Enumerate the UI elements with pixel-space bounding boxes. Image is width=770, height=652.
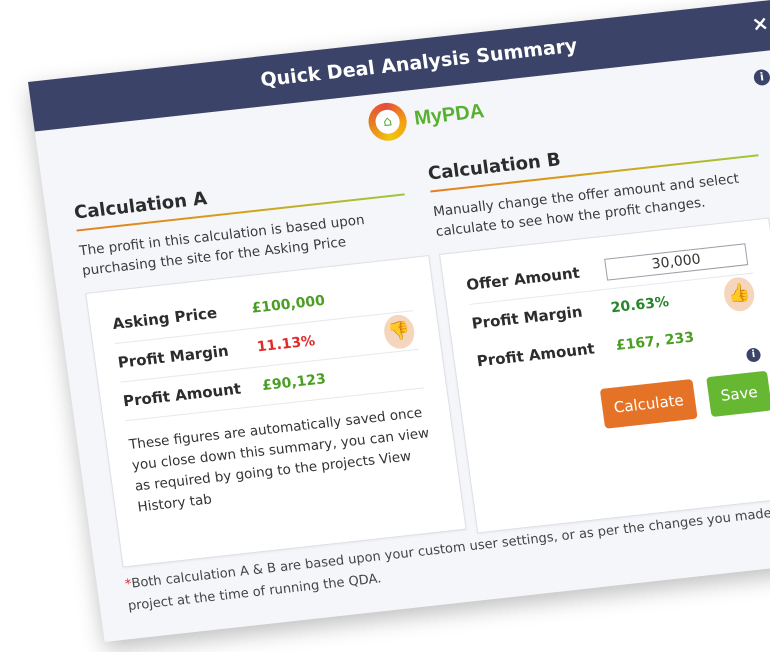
calculation-a-card: Asking Price £100,000 Profit Margin 11.1… <box>85 255 467 568</box>
info-icon[interactable]: i <box>745 347 762 363</box>
calculation-a: Calculation A The profit in this calcula… <box>73 167 467 568</box>
thumbs-down-avatar-icon: 👎 <box>382 313 417 351</box>
calculation-b: Calculation B Manually change the offer … <box>427 128 770 534</box>
action-buttons: Calculate Save <box>599 370 770 429</box>
calculate-button[interactable]: Calculate <box>599 378 698 429</box>
profit-margin-label: Profit Margin <box>116 341 230 372</box>
offer-amount-label: Offer Amount <box>465 263 581 295</box>
calculation-b-card: Offer Amount Profit Margin 20.63% 👍 Prof… <box>439 217 770 534</box>
thumbs-up-avatar-icon: 👍 <box>721 275 757 313</box>
profit-margin-value: 20.63% <box>609 294 670 317</box>
asking-price-value: £100,000 <box>250 292 326 317</box>
page: Quick Deal Analysis Summary × ⌂ MyPDA i … <box>0 0 770 652</box>
profit-margin-label: Profit Margin <box>470 302 584 333</box>
asking-price-label: Asking Price <box>111 303 219 334</box>
house-gear-logo-icon: ⌂ <box>366 100 410 143</box>
autosave-note: These figures are automatically saved on… <box>128 404 431 516</box>
offer-amount-input[interactable] <box>604 243 749 281</box>
profit-amount-label: Profit Amount <box>475 339 596 371</box>
profit-amount-label: Profit Amount <box>122 379 243 411</box>
profit-amount-value: £90,123 <box>261 371 327 395</box>
qda-modal: Quick Deal Analysis Summary × ⌂ MyPDA i … <box>28 0 770 642</box>
close-icon[interactable]: × <box>750 10 770 36</box>
profit-amount-value: £167, 233 <box>615 329 696 354</box>
save-button[interactable]: Save <box>706 370 770 418</box>
logo-text: MyPDA <box>412 99 486 130</box>
mypda-logo: ⌂ MyPDA <box>366 92 486 143</box>
profit-margin-value: 11.13% <box>255 333 317 356</box>
